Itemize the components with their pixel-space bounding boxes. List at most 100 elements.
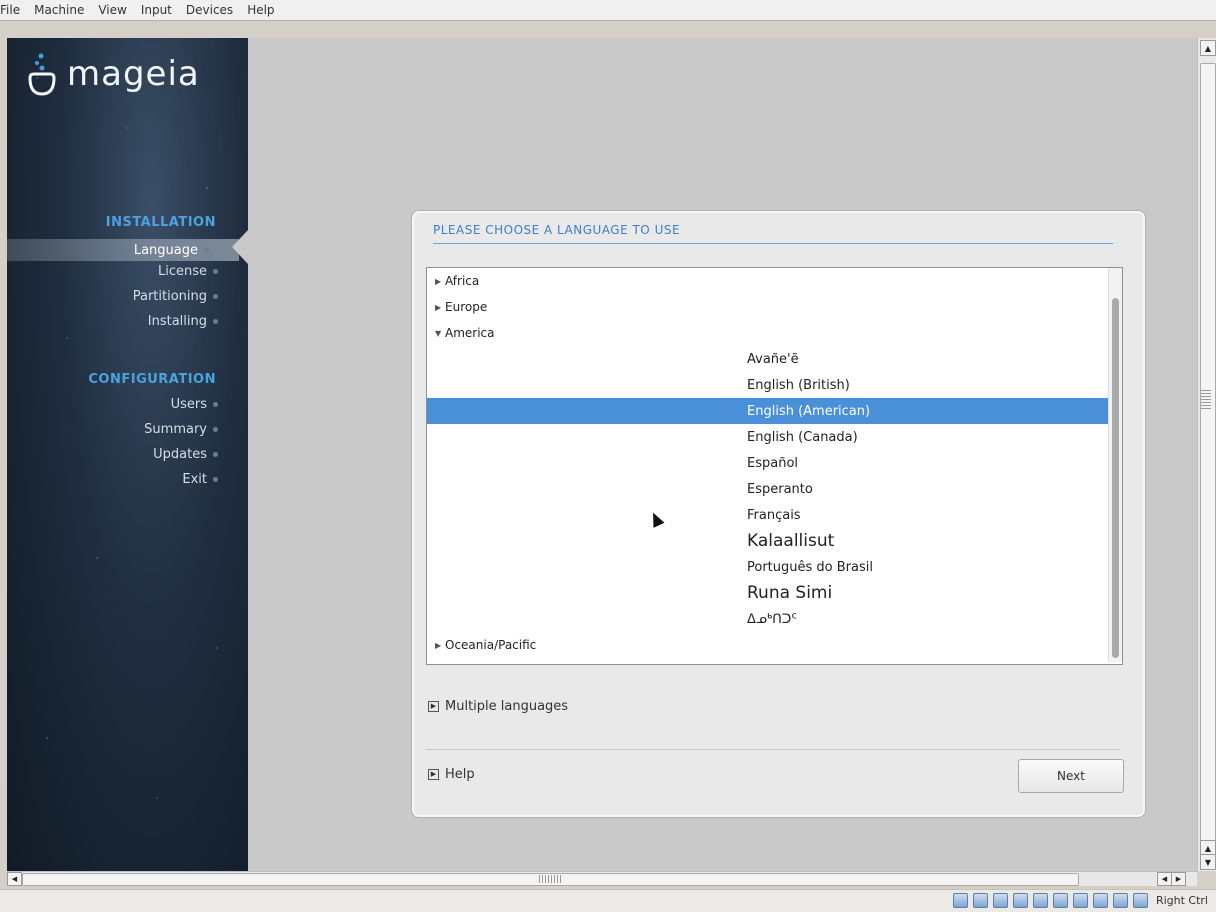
status-tray: Right Ctrl <box>952 893 1208 908</box>
collapse-arrow-icon[interactable]: ▼ <box>435 329 445 338</box>
region-label: Africa <box>445 274 480 288</box>
step-dot <box>213 452 218 457</box>
scroll-left-icon[interactable]: ◀ <box>1157 872 1172 886</box>
language-label: English (American) <box>747 403 871 419</box>
language-label: Esperanto <box>747 481 813 497</box>
video-capture-icon[interactable] <box>1072 893 1088 908</box>
menu-file[interactable]: File <box>0 3 27 17</box>
language-row[interactable]: English (British) <box>427 372 1108 398</box>
installer-sidebar: mageia INSTALLATION Language License Par… <box>7 38 248 871</box>
tree-scrollbar-thumb[interactable] <box>1112 298 1119 658</box>
tree-scrollbar[interactable] <box>1108 268 1122 662</box>
region-label: Europe <box>445 300 488 314</box>
mouse-integration-icon[interactable] <box>1112 893 1128 908</box>
help-label: Help <box>445 767 475 782</box>
language-label: English (Canada) <box>747 429 858 445</box>
tree-row-america[interactable]: ▼ America <box>427 320 1108 346</box>
scroll-left-icon[interactable]: ◀ <box>7 872 22 886</box>
menu-input[interactable]: Input <box>134 3 179 17</box>
step-language: Language <box>7 239 239 261</box>
optical-drive-icon[interactable] <box>972 893 988 908</box>
language-row[interactable]: Français <box>427 502 1108 528</box>
step-dot <box>213 269 218 274</box>
host-statusbar: Right Ctrl <box>0 889 1216 912</box>
keyboard-capture-icon[interactable] <box>1132 893 1148 908</box>
step-dot <box>213 319 218 324</box>
host-vertical-scrollbar[interactable]: ▲ ▲ ▼ <box>1197 38 1216 871</box>
expand-arrow-icon[interactable]: ▶ <box>435 277 445 286</box>
host-vertical-thumb[interactable] <box>1200 63 1216 845</box>
expand-arrow-icon[interactable]: ▶ <box>435 641 445 650</box>
expand-arrow-icon[interactable]: ▶ <box>435 303 445 312</box>
multiple-languages-expander[interactable]: ▶ Multiple languages <box>428 699 568 714</box>
divider <box>426 749 1121 750</box>
region-label: America <box>445 326 495 340</box>
expander-arrow-icon: ▶ <box>428 701 439 712</box>
next-button[interactable]: Next <box>1018 759 1124 793</box>
step-exit: Exit <box>182 472 218 487</box>
language-row[interactable]: Avañe'ẽ <box>427 346 1108 372</box>
step-license-label: License <box>157 264 207 279</box>
hard-disk-icon[interactable] <box>952 893 968 908</box>
language-tree[interactable]: ▶ Africa ▶ Europe ▼ America Avañe'ẽ Engl… <box>426 267 1123 665</box>
menu-view[interactable]: View <box>91 3 133 17</box>
language-row[interactable]: English (Canada) <box>427 424 1108 450</box>
host-key-label: Right Ctrl <box>1155 894 1208 907</box>
usb-icon[interactable] <box>992 893 1008 908</box>
region-label: Oceania/Pacific <box>445 638 537 652</box>
guest-screen: mageia INSTALLATION Language License Par… <box>7 38 1197 871</box>
language-label: English (British) <box>747 377 850 393</box>
language-label: Kalaallisut <box>747 531 835 551</box>
display-icon[interactable] <box>1052 893 1068 908</box>
menu-devices[interactable]: Devices <box>179 3 240 17</box>
step-dot <box>213 294 218 299</box>
menu-machine[interactable]: Machine <box>27 3 91 17</box>
mageia-logo: mageia <box>25 50 200 98</box>
language-row[interactable]: Español <box>427 450 1108 476</box>
language-row[interactable]: Esperanto <box>427 476 1108 502</box>
step-dot <box>213 477 218 482</box>
host-menubar: File Machine View Input Devices Help <box>0 0 1216 21</box>
expander-arrow-icon: ▶ <box>428 769 439 780</box>
step-updates: Updates <box>153 447 218 462</box>
scrollbar-grip <box>539 875 563 883</box>
step-exit-label: Exit <box>182 472 207 487</box>
language-label: Português do Brasil <box>747 559 873 575</box>
scrollbar-grip <box>1201 390 1211 410</box>
tree-row-europe[interactable]: ▶ Europe <box>427 294 1108 320</box>
step-updates-label: Updates <box>153 447 207 462</box>
tree-row-africa[interactable]: ▶ Africa <box>427 268 1108 294</box>
help-expander[interactable]: ▶ Help <box>428 767 475 782</box>
mageia-cauldron-icon <box>28 53 56 96</box>
language-row-selected[interactable]: English (American) <box>427 398 1108 424</box>
step-installing-label: Installing <box>147 314 207 329</box>
configuration-section-title: CONFIGURATION <box>88 372 216 387</box>
language-dialog: PLEASE CHOOSE A LANGUAGE TO USE ▶ Africa… <box>411 210 1146 818</box>
tree-row-oceania[interactable]: ▶ Oceania/Pacific <box>427 632 1108 658</box>
dialog-title: PLEASE CHOOSE A LANGUAGE TO USE <box>433 223 1113 244</box>
language-label: Français <box>747 507 801 523</box>
brand-name: mageia <box>67 54 200 94</box>
scroll-right-icon[interactable]: ▶ <box>1171 872 1186 886</box>
host-horizontal-scrollbar[interactable]: ◀ ◀ ▶ <box>7 871 1197 886</box>
cpu-icon[interactable] <box>1092 893 1108 908</box>
language-row[interactable]: Runa Simi <box>427 580 1108 606</box>
shared-folder-icon[interactable] <box>1012 893 1028 908</box>
language-row[interactable]: Kalaallisut <box>427 528 1108 554</box>
step-users: Users <box>171 397 218 412</box>
step-language-label: Language <box>133 242 198 258</box>
network-icon[interactable] <box>1032 893 1048 908</box>
step-users-label: Users <box>170 397 207 412</box>
language-row[interactable]: Português do Brasil <box>427 554 1108 580</box>
menu-help[interactable]: Help <box>240 3 281 17</box>
active-step-pointer <box>232 230 248 264</box>
language-label: Runa Simi <box>747 583 833 603</box>
language-row[interactable]: ᐃᓄᒃᑎᑐᑦ <box>427 606 1108 632</box>
scroll-up-icon[interactable]: ▲ <box>1200 40 1216 56</box>
language-label: Avañe'ẽ <box>747 351 799 367</box>
step-dot <box>213 402 218 407</box>
step-summary: Summary <box>144 422 218 437</box>
language-label: Español <box>747 455 799 471</box>
scroll-down-icon[interactable]: ▼ <box>1200 854 1216 870</box>
multiple-languages-label: Multiple languages <box>445 699 569 714</box>
